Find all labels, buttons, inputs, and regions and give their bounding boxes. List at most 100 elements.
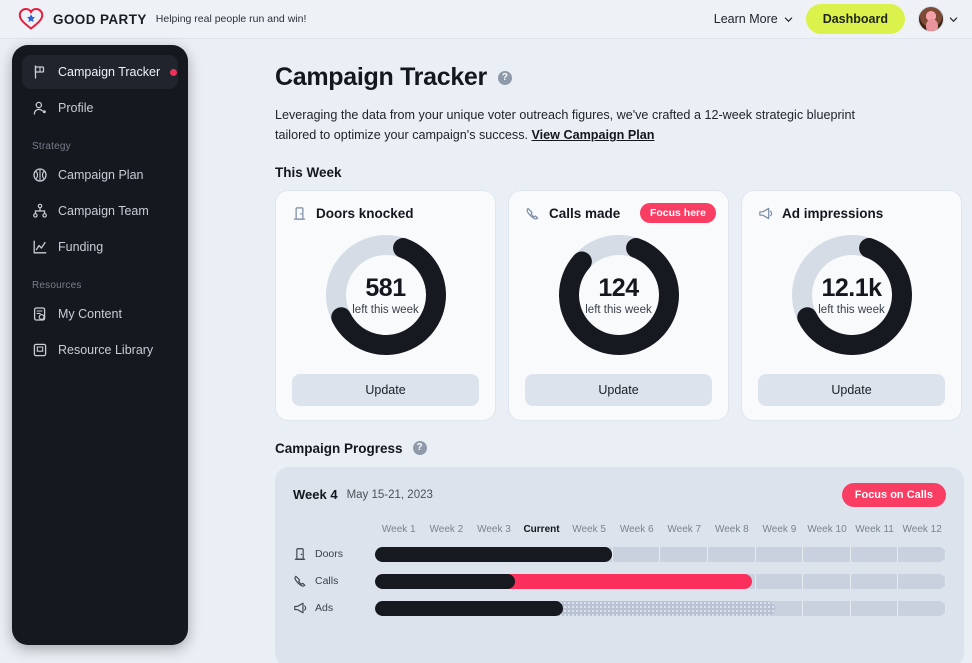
chart-line-icon (33, 240, 47, 254)
focus-on-calls-button[interactable]: Focus on Calls (841, 482, 946, 507)
progress-segment (851, 600, 899, 616)
progress-segment (898, 600, 946, 616)
learn-more-menu[interactable]: Learn More (714, 12, 793, 26)
progress-segment (756, 573, 804, 589)
week-label-10[interactable]: Week 10 (803, 524, 851, 535)
update-button-doors[interactable]: Update (292, 373, 479, 406)
card-header: Ad impressions (758, 206, 945, 221)
donut-svg (558, 234, 679, 355)
progress-fill-complete (375, 600, 564, 616)
sidebar-item-label: Campaign Tracker (58, 65, 161, 79)
megaphone-icon (294, 602, 307, 614)
sidebar-item-label: Campaign Team (58, 204, 149, 218)
week-label-8[interactable]: Week 8 (708, 524, 756, 535)
sidebar-item-my-content[interactable]: My Content (22, 297, 178, 331)
top-bar: GOOD PARTY Helping real people run and w… (0, 0, 972, 39)
week-label-12[interactable]: Week 12 (898, 524, 946, 535)
week-label-6[interactable]: Week 6 (613, 524, 661, 535)
card-title: Doors knocked (316, 205, 414, 221)
sidebar: Campaign Tracker Profile Strategy Campai… (12, 45, 188, 645)
brand-name: GOOD PARTY (53, 11, 147, 27)
document-shield-icon (33, 307, 46, 321)
progress-track-ads[interactable] (375, 600, 946, 616)
stat-card-ad-impressions: Ad impressions 12.1k left this week Upda… (741, 189, 962, 421)
sidebar-item-campaign-team[interactable]: Campaign Team (22, 194, 178, 228)
progress-track-calls[interactable] (375, 573, 946, 589)
update-button-ads[interactable]: Update (758, 373, 945, 406)
brain-icon (33, 168, 47, 182)
progress-segment (851, 546, 899, 562)
week-label-1[interactable]: Week 1 (375, 524, 423, 535)
card-title: Calls made (549, 205, 621, 221)
sidebar-item-label: My Content (58, 307, 122, 321)
donut-chart-ads: 12.1k left this week (758, 229, 945, 361)
top-bar-actions: Learn More Dashboard (714, 4, 958, 34)
sidebar-item-label: Campaign Plan (58, 168, 144, 182)
sidebar-item-resource-library[interactable]: Resource Library (22, 333, 178, 367)
progress-segment (613, 546, 661, 562)
phone-icon (294, 576, 306, 587)
notification-dot (170, 68, 178, 76)
door-icon (294, 548, 306, 561)
sidebar-section-strategy: Strategy (32, 141, 71, 152)
week-label-9[interactable]: Week 9 (756, 524, 804, 535)
this-week-heading: This Week (275, 164, 342, 180)
main-content: Campaign Tracker ? Leveraging the data f… (200, 45, 972, 663)
progress-segment (803, 546, 851, 562)
app-window: GOOD PARTY Helping real people run and w… (0, 0, 972, 663)
stat-card-doors-knocked: Doors knocked 581 left this week Update (275, 189, 496, 421)
sidebar-item-campaign-plan[interactable]: Campaign Plan (22, 158, 178, 192)
progress-track-doors[interactable] (375, 546, 946, 562)
flag-icon (34, 65, 45, 79)
user-icon (33, 101, 46, 115)
week-label-3[interactable]: Week 3 (470, 524, 518, 535)
week-label-11[interactable]: Week 11 (851, 524, 899, 535)
progress-segment (851, 573, 899, 589)
card-header: Doors knocked (292, 206, 479, 221)
sidebar-item-funding[interactable]: Funding (22, 230, 178, 264)
dashboard-button[interactable]: Dashboard (805, 4, 905, 34)
brand-logo[interactable]: GOOD PARTY (18, 7, 147, 31)
page-description: Leveraging the data from your unique vot… (275, 105, 863, 146)
chevron-down-icon (784, 16, 792, 22)
campaign-progress-title: Campaign Progress (275, 440, 403, 456)
help-icon[interactable]: ? (497, 70, 512, 85)
progress-segment (898, 546, 946, 562)
avatar (918, 6, 944, 32)
progress-row-ads: Ads (293, 600, 946, 616)
progress-segment (756, 546, 804, 562)
week-label-5[interactable]: Week 5 (565, 524, 613, 535)
progress-segment (708, 546, 756, 562)
sidebar-item-label: Profile (58, 101, 94, 115)
progress-segment (803, 600, 851, 616)
sidebar-item-profile[interactable]: Profile (22, 91, 178, 125)
sidebar-section-resources: Resources (32, 280, 82, 291)
donut-chart-doors: 581 left this week (292, 229, 479, 361)
user-menu[interactable] (918, 6, 958, 32)
progress-fill-complete (375, 573, 515, 589)
view-campaign-plan-link[interactable]: View Campaign Plan (532, 128, 655, 142)
focus-here-badge[interactable]: Focus here (639, 202, 716, 223)
heart-logo-icon (18, 7, 44, 30)
page-title: Campaign Tracker (275, 63, 487, 91)
week-label-2[interactable]: Week 2 (423, 524, 471, 535)
brand-tagline: Helping real people run and win! (155, 13, 307, 25)
progress-row-name: Calls (315, 575, 339, 588)
sidebar-item-label: Resource Library (58, 343, 154, 357)
megaphone-icon (759, 207, 773, 219)
door-icon (293, 207, 306, 220)
week-labels-row: Week 1 Week 2 Week 3 Current Week 5 Week 6 Wee… (293, 524, 946, 535)
progress-row-label: Doors (293, 547, 375, 561)
update-button-calls[interactable]: Update (525, 373, 712, 406)
sidebar-item-campaign-tracker[interactable]: Campaign Tracker (22, 55, 178, 89)
week-label-4[interactable]: Current (518, 524, 566, 535)
page-title-row: Campaign Tracker ? (275, 63, 964, 92)
help-icon[interactable]: ? (412, 441, 427, 456)
progress-row-name: Doors (315, 548, 344, 561)
week-label-7[interactable]: Week 7 (660, 524, 708, 535)
donut-svg (791, 234, 912, 355)
donut-chart-calls: 124 left this week (525, 229, 712, 361)
sidebar-item-label: Funding (58, 240, 104, 254)
progress-segment (898, 573, 946, 589)
progress-panel-top: Week 4 May 15-21, 2023 Focus on Calls (293, 482, 946, 507)
